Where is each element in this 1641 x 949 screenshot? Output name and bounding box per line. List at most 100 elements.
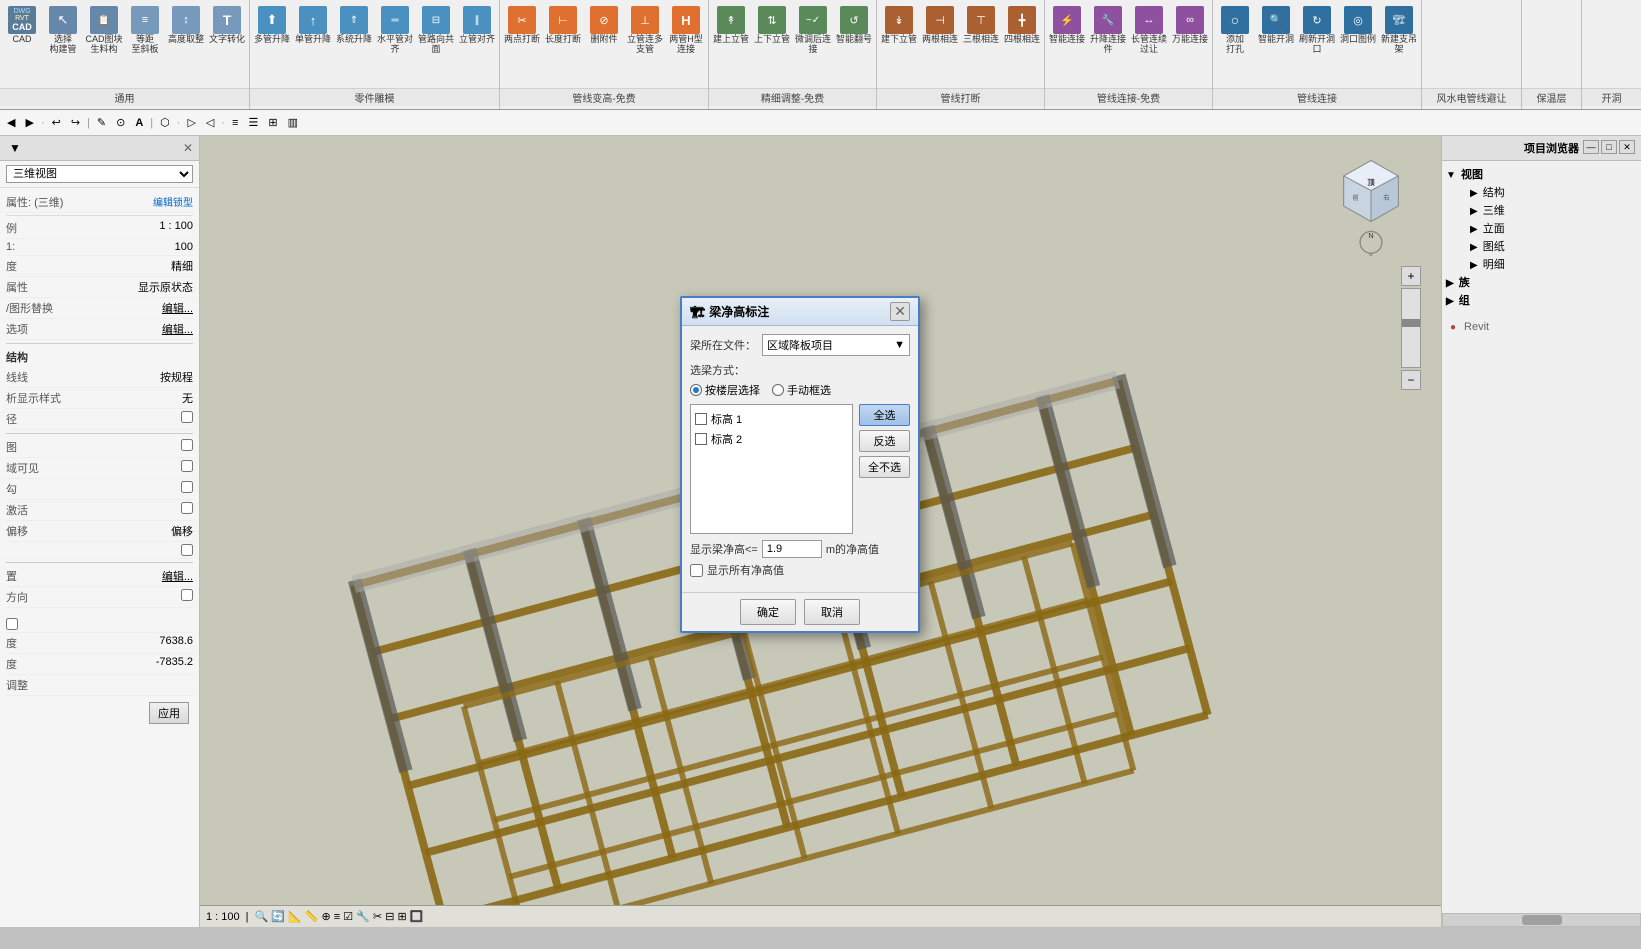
tree-item-drawing[interactable]: ▶ 图纸	[1446, 237, 1637, 255]
smart-flip-icon[interactable]: ↺ 智能翻号	[834, 4, 874, 47]
prop-checkbox-active[interactable]	[181, 502, 193, 514]
cmd-sep3: |	[150, 117, 153, 129]
equal-dist-icon[interactable]: ≡ 等距至斜板	[125, 4, 165, 57]
long-connect-icon[interactable]: ↔ 长管连续过让	[1129, 4, 1169, 57]
dialog-close-btn[interactable]: ✕	[890, 302, 910, 321]
dialog-radio-by-floor[interactable]: 按楼层选择	[690, 382, 760, 398]
cmd-text[interactable]: A	[132, 116, 146, 130]
dialog-file-dropdown[interactable]: 区域降板项目 ▼	[762, 334, 910, 356]
prop-checkbox-hook[interactable]	[181, 481, 193, 493]
dialog-invert-btn[interactable]: 反选	[859, 430, 910, 452]
smart-open-icon-label: 智能开洞	[1258, 35, 1294, 45]
pipe-same-dir-icon[interactable]: ⊟ 管路向共面	[416, 4, 456, 57]
tree-item-elevation[interactable]: ▶ 立面	[1446, 219, 1637, 237]
dialog-cancel-btn[interactable]: 取消	[804, 599, 860, 625]
tree-root-families[interactable]: ▶ 族	[1446, 273, 1637, 291]
canvas-area[interactable]: N S 顶 右 前 + − 1 : 100 | 🔍 🔄 �	[200, 136, 1441, 927]
cmd-sep2: |	[87, 117, 90, 129]
text-convert-icon[interactable]: T 文字转化	[207, 4, 247, 47]
sidebar-view-dropdown[interactable]: 三维视图	[6, 165, 193, 183]
prop-checkbox-direction[interactable]	[181, 589, 193, 601]
sidebar-close-btn[interactable]: ✕	[183, 141, 193, 155]
cmd-forward[interactable]: ↪	[68, 115, 83, 130]
dialog-select-all-btn[interactable]: 全选	[859, 404, 910, 426]
four-root-icon[interactable]: ╋ 四根相连	[1002, 4, 1042, 47]
length-cut-icon[interactable]: ⊢ 长度打断	[543, 4, 583, 47]
tree-root-views[interactable]: ▼ 视图	[1446, 165, 1637, 183]
sidebar-collapse-btn[interactable]: ▼	[6, 140, 24, 156]
dialog-height-input[interactable]	[762, 540, 822, 558]
prop-checkbox-fig[interactable]	[181, 439, 193, 451]
right-sidebar-minimize-btn[interactable]: —	[1583, 140, 1599, 154]
right-sidebar-scrollbar[interactable]	[1442, 913, 1641, 927]
cmd-grid[interactable]: ≡	[229, 116, 241, 130]
cmd-grid2[interactable]: ⊞	[265, 115, 280, 130]
tree-item-schedule[interactable]: ▶ 明细	[1446, 255, 1637, 273]
single-pipe-up-icon[interactable]: ↑ 单管升降	[293, 4, 333, 47]
cmd-draw[interactable]: ✎	[94, 115, 109, 130]
dialog-height-input-row: 显示梁净高<= m的净高值	[690, 540, 910, 558]
prop-value-scale-num: 100	[175, 241, 193, 253]
dialog-confirm-btn[interactable]: 确定	[740, 599, 796, 625]
cmd-play[interactable]: ▷	[184, 115, 198, 130]
vertical-align-icon[interactable]: ∥ 立管对齐	[457, 4, 497, 47]
pipe-system-icon[interactable]: ⇑ 系统升降	[334, 4, 374, 47]
up-down-vertical-icon[interactable]: ⇅ 上下立管	[752, 4, 792, 47]
smart-open-icon[interactable]: 🔍 智能开洞	[1256, 4, 1296, 47]
prop-checkbox-size[interactable]	[181, 411, 193, 423]
dialog-radio-manual[interactable]: 手动框选	[772, 382, 831, 398]
smart-connect-icon[interactable]: ⚡ 智能连接	[1047, 4, 1087, 47]
attach-part-icon[interactable]: ⊘ 删附件	[584, 4, 624, 47]
prop-checkbox-empty[interactable]	[181, 544, 193, 556]
cmd-back[interactable]: ↩	[49, 115, 64, 130]
prop-value-edit-type[interactable]: 编辑锁型	[153, 194, 193, 210]
prop-row-direction: 方向	[6, 587, 193, 608]
cmd-panel[interactable]: ▥	[285, 115, 301, 130]
dialog-checkbox-item-1[interactable]	[695, 413, 707, 425]
dialog-checkbox-item-2[interactable]	[695, 433, 707, 445]
vertical-multi-icon[interactable]: ⊥ 立管连多支管	[625, 4, 665, 57]
build-vertical-icon[interactable]: ↟ 建上立管	[711, 4, 751, 47]
upgrade-connect-icon[interactable]: 🔧 升降连接件	[1088, 4, 1128, 57]
cmd-snap[interactable]: ⊙	[113, 115, 128, 130]
tree-item-structure[interactable]: ▶ 结构	[1446, 183, 1637, 201]
tree-item-3d[interactable]: ▶ 三维	[1446, 201, 1637, 219]
two-point-cut-icon[interactable]: ✂ 两点打断	[502, 4, 542, 47]
cmd-redo[interactable]: ▶	[22, 115, 36, 130]
prop-checkbox-domain-visible[interactable]	[181, 460, 193, 472]
universal-connect-icon[interactable]: ∞ 万能连接	[1170, 4, 1210, 47]
revit-item[interactable]: ● Revit	[1446, 317, 1637, 337]
apply-button[interactable]: 应用	[149, 702, 189, 724]
prop-value-option[interactable]: 编辑...	[162, 321, 193, 337]
multi-pipe-up-icon[interactable]: ⬆ 多管升降	[252, 4, 292, 47]
two-root-icon[interactable]: ⊣ 两根相连	[920, 4, 960, 47]
three-root-icon[interactable]: ⊤ 三根相连	[961, 4, 1001, 47]
dialog-show-all-checkbox[interactable]	[690, 564, 703, 577]
vertical-multi-icon-img: ⊥	[631, 6, 659, 34]
refresh-open-icon[interactable]: ↻ 刷新开洞口	[1297, 4, 1337, 57]
hole-legend-icon[interactable]: ◎ 洞口图例	[1338, 4, 1378, 47]
height-adjust-icon[interactable]: ↕ 高度取整	[166, 4, 206, 47]
tree-root-groups[interactable]: ▶ 组	[1446, 291, 1637, 309]
cmd-pause[interactable]: ◁	[203, 115, 217, 130]
cmd-undo[interactable]: ◀	[4, 115, 18, 130]
prop-checkbox-empty2[interactable]	[6, 618, 18, 630]
cmd-menu[interactable]: ☰	[245, 115, 261, 130]
cad-icon[interactable]: DWG RVT CAD CAD	[2, 4, 42, 47]
right-sidebar-maximize-btn[interactable]: □	[1601, 140, 1617, 154]
micro-connect-icon[interactable]: ~✓ 微调后连接	[793, 4, 833, 57]
prop-value-shape-sub[interactable]: 编辑...	[162, 300, 193, 316]
right-sidebar-close-btn[interactable]: ✕	[1619, 140, 1635, 154]
tree-arrow-drawing: ▶	[1470, 242, 1478, 253]
down-vertical-icon[interactable]: ↡ 建下立管	[879, 4, 919, 47]
new-build-icon[interactable]: 🏗 新建支吊架	[1379, 4, 1419, 57]
cmd-hex[interactable]: ⬡	[157, 115, 173, 130]
two-h-connect-icon[interactable]: H 两管H型连接	[666, 4, 706, 57]
add-hole-icon[interactable]: ○ 添加打孔	[1215, 4, 1255, 57]
cad-drawing-icon[interactable]: 📋 CAD图块生料构	[84, 4, 124, 57]
toolbar-group-parts: ⬆ 多管升降 ↑ 单管升降 ⇑ 系统升降 ═ 水平管对齐 ⊟ 管路向共面 ∥ 立…	[250, 0, 500, 109]
prop-value-section-edit[interactable]: 编辑...	[162, 568, 193, 584]
select-icon[interactable]: ↖ 选择构建管	[43, 4, 83, 57]
dialog-deselect-all-btn[interactable]: 全不选	[859, 456, 910, 478]
horizontal-pipe-icon[interactable]: ═ 水平管对齐	[375, 4, 415, 57]
